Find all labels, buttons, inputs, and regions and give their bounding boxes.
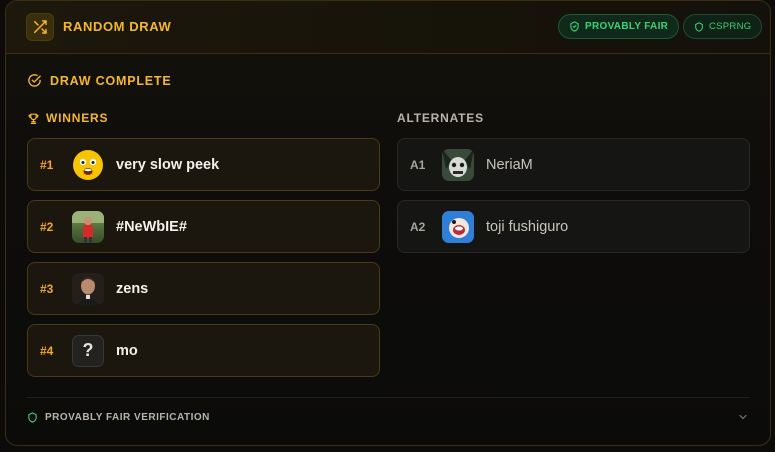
winner-row[interactable]: #4 ? mo <box>27 324 380 377</box>
chevron-down-icon[interactable] <box>737 411 749 423</box>
check-circle-icon <box>28 74 41 87</box>
winner-name: very slow peek <box>116 156 220 173</box>
winner-row[interactable]: #1 very slow peek <box>27 138 380 191</box>
portrait-avatar <box>72 272 104 305</box>
alternates-heading: ALTERNATES <box>397 111 484 125</box>
yellow-face-avatar <box>72 148 104 181</box>
draw-status: DRAW COMPLETE <box>27 73 172 88</box>
shield-check-icon <box>570 21 579 32</box>
blue-cartoon-avatar <box>442 210 474 243</box>
winner-name: mo <box>116 342 138 359</box>
page-title: RANDOM DRAW <box>63 19 172 34</box>
winner-name: zens <box>116 280 149 297</box>
winners-heading: WINNERS <box>27 111 108 125</box>
winner-row[interactable]: #3 zens <box>27 262 380 315</box>
shuffle-icon <box>26 13 54 41</box>
provably-fair-badge: PROVABLY FAIR <box>558 14 680 39</box>
alternate-rank: A1 <box>410 157 426 172</box>
winner-row[interactable]: #2 #NeWbIE# <box>27 200 380 253</box>
alternate-rank: A2 <box>410 219 426 234</box>
dark-creature-avatar <box>442 148 474 181</box>
alternate-name: NeriaM <box>486 156 533 173</box>
alternate-row[interactable]: A1 NeriaM <box>397 138 750 191</box>
winner-rank: #4 <box>40 343 54 358</box>
question-mark-icon: ? <box>82 340 94 360</box>
alternates-heading-label: ALTERNATES <box>397 111 484 125</box>
winners-heading-label: WINNERS <box>46 111 109 125</box>
shield-icon <box>695 21 703 32</box>
unknown-avatar: ? <box>72 334 104 367</box>
footer-divider <box>27 397 749 398</box>
csprng-badge: CSPRNG <box>683 14 763 39</box>
winner-rank: #2 <box>40 219 54 234</box>
verification-label: PROVABLY FAIR VERIFICATION <box>45 412 210 423</box>
winner-rank: #3 <box>40 281 54 296</box>
random-draw-card: RANDOM DRAW PROVABLY FAIR CSPRNG DRAW CO… <box>5 0 771 446</box>
trophy-icon <box>28 113 39 124</box>
badge-label: PROVABLY FAIR <box>585 21 669 32</box>
shield-icon <box>28 412 37 423</box>
winner-rank: #1 <box>40 157 54 172</box>
card-header: RANDOM DRAW PROVABLY FAIR CSPRNG <box>6 1 770 54</box>
verification-toggle[interactable]: PROVABLY FAIR VERIFICATION <box>27 412 210 423</box>
badge-label: CSPRNG <box>709 21 752 32</box>
red-figure-avatar <box>72 210 104 243</box>
alternate-row[interactable]: A2 toji fushiguro <box>397 200 750 253</box>
status-label: DRAW COMPLETE <box>50 73 172 88</box>
alternate-name: toji fushiguro <box>486 218 569 235</box>
winner-name: #NeWbIE# <box>116 218 187 235</box>
